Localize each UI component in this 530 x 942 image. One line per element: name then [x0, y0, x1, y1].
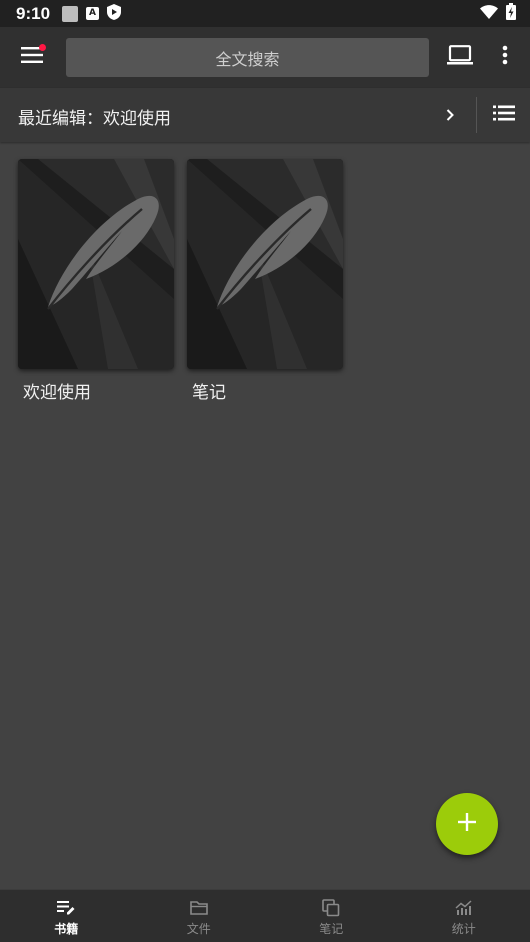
book-cover[interactable]: [18, 159, 174, 369]
wifi-icon: [480, 4, 498, 23]
recent-edit-bar: 最近编辑：欢迎使用: [0, 88, 530, 142]
divider: [476, 97, 477, 133]
nav-item-files[interactable]: 文件: [133, 890, 266, 942]
stats-chart-icon: [454, 898, 474, 918]
screen: 9:10 A 全文搜索 最近编辑：欢迎使用 欢迎使用 笔记 书籍 文件 笔记 统…: [0, 0, 530, 942]
nav-item-books[interactable]: 书籍: [0, 890, 133, 942]
nav-label: 笔记: [319, 921, 344, 936]
laptop-button[interactable]: [444, 39, 476, 75]
more-vert-icon: [502, 45, 508, 69]
nav-item-stats[interactable]: 统计: [398, 890, 530, 942]
menu-button[interactable]: [12, 37, 52, 77]
nav-item-notes[interactable]: 笔记: [265, 890, 398, 942]
a-app-icon: A: [86, 7, 100, 20]
system-icons: [480, 3, 516, 24]
book-cover[interactable]: [187, 159, 343, 369]
notification-dot: [39, 44, 46, 51]
laptop-icon: [447, 45, 473, 69]
list-view-icon: [493, 105, 515, 125]
books-edit-icon: [56, 898, 76, 918]
nav-label: 书籍: [54, 921, 79, 936]
notification-icons: A: [62, 3, 122, 24]
shield-play-icon: [107, 3, 122, 24]
plus-icon: [458, 813, 476, 835]
bottom-nav: 书籍 文件 笔记 统计: [0, 889, 530, 942]
book-title: 欢迎使用: [23, 383, 91, 403]
search-placeholder: 全文搜索: [215, 49, 280, 69]
folder-icon: [189, 898, 209, 918]
list-view-button[interactable]: [490, 101, 518, 129]
nav-label: 文件: [186, 921, 211, 936]
book-card[interactable]: 笔记: [187, 159, 343, 403]
chevron-right-icon: [446, 106, 454, 125]
gallery-icon: [62, 5, 79, 22]
battery-charging-icon: [506, 3, 516, 24]
book-card[interactable]: 欢迎使用: [18, 159, 174, 403]
add-button[interactable]: [436, 793, 498, 855]
recent-edit-label[interactable]: 最近编辑：欢迎使用: [18, 104, 171, 129]
app-bar: 全文搜索: [0, 27, 530, 88]
status-bar: 9:10 A: [0, 0, 530, 27]
more-options-button[interactable]: [492, 39, 518, 75]
search-input[interactable]: 全文搜索: [66, 38, 429, 77]
notes-copy-icon: [321, 898, 341, 918]
status-time: 9:10: [16, 3, 51, 23]
recent-open-button[interactable]: [438, 101, 462, 129]
nav-label: 统计: [451, 921, 476, 936]
book-title: 笔记: [192, 383, 226, 403]
